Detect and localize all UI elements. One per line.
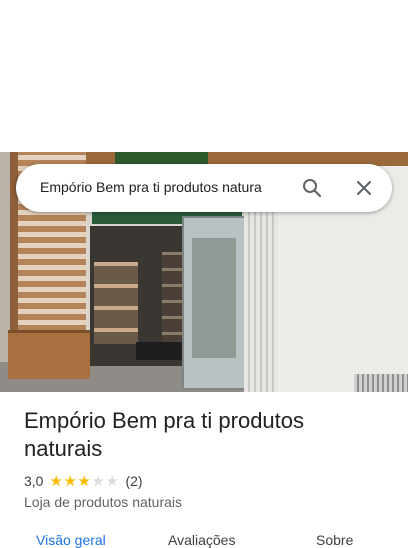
photo-glass-reflection <box>192 238 236 358</box>
rating-stars: ★ ★ ★ ★ ★ <box>49 474 119 489</box>
star-icon: ★ <box>49 472 63 490</box>
rating-row[interactable]: 3,0 ★ ★ ★ ★ ★ (2) <box>24 472 143 490</box>
photo-rack <box>162 252 184 352</box>
close-icon[interactable] <box>352 176 376 200</box>
place-tabs: Visão geral Avaliações Sobre <box>0 528 408 548</box>
photo-column <box>244 212 278 392</box>
photo-planter <box>8 330 90 379</box>
search-input[interactable]: Empório Bem pra ti produtos natura <box>40 179 290 195</box>
tab-overview[interactable]: Visão geral <box>36 532 106 548</box>
review-count[interactable]: (2) <box>125 473 142 489</box>
star-icon: ★ <box>91 472 105 490</box>
rating-value: 3,0 <box>24 473 44 489</box>
search-icon[interactable] <box>300 176 324 200</box>
photo-vent <box>354 374 408 392</box>
place-category[interactable]: Loja de produtos naturais <box>24 494 182 510</box>
photo-shelf <box>94 262 138 344</box>
search-bar[interactable]: Empório Bem pra ti produtos natura <box>16 164 392 212</box>
star-icon: ★ <box>77 472 91 490</box>
star-icon: ★ <box>63 472 77 490</box>
map-top-area <box>0 0 408 152</box>
photo-door-mat <box>136 342 182 360</box>
star-icon: ★ <box>105 472 119 490</box>
tab-reviews[interactable]: Avaliações <box>168 532 235 548</box>
place-title: Empório Bem pra ti produtos naturais <box>24 408 305 461</box>
tab-about[interactable]: Sobre <box>316 532 353 548</box>
